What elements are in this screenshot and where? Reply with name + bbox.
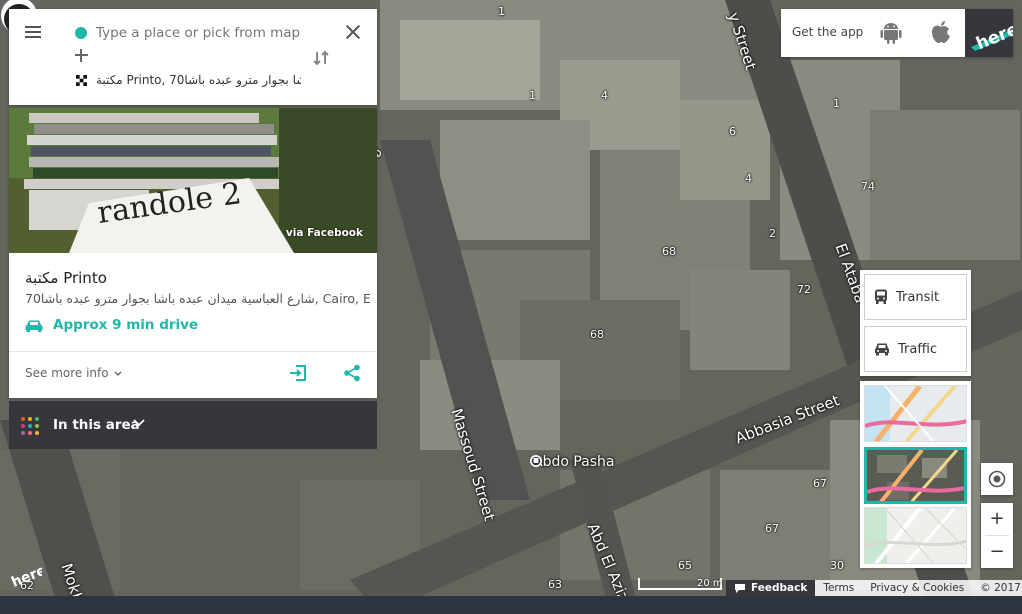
get-app-bar: Get the app here <box>781 9 1021 57</box>
android-icon[interactable] <box>880 20 902 44</box>
here-logo[interactable]: here <box>965 9 1021 57</box>
building-number: 68 <box>590 328 604 341</box>
origin-input[interactable] <box>96 22 331 44</box>
swap-route-icon[interactable] <box>312 49 330 67</box>
building-number: 72 <box>797 283 811 296</box>
place-address: 70شارع العباسية ميدان عبده باشا بجوار مت… <box>25 291 370 306</box>
in-this-area-bar[interactable]: In this area <box>9 401 377 449</box>
zoom-out-button[interactable]: − <box>981 536 1013 568</box>
building-number: 1 <box>498 5 505 18</box>
share-icon[interactable] <box>343 364 361 382</box>
my-location-button[interactable] <box>981 463 1013 495</box>
origin-dot-icon <box>75 27 87 39</box>
transit-layer-button[interactable]: Transit <box>864 274 967 320</box>
building-number: 4 <box>601 89 608 102</box>
building-number: 74 <box>861 180 875 193</box>
see-more-info-link[interactable]: See more info <box>25 366 122 380</box>
in-this-area-label: In this area <box>53 417 140 433</box>
building-number: 6 <box>729 125 736 138</box>
bottom-strip <box>0 596 1022 614</box>
traffic-car-icon <box>875 343 889 356</box>
destination-field[interactable]: مكتبة Printo, 70شارع العباسية ميدان عبده… <box>96 73 301 87</box>
chevron-down-icon <box>114 371 122 377</box>
building-number: 65 <box>678 559 692 572</box>
drive-time-label: Approx 9 min drive <box>53 317 199 333</box>
building-number: 4 <box>745 172 752 185</box>
route-search-panel: مكتبة Printo, 70شارع العباسية ميدان عبده… <box>9 9 377 105</box>
checkered-flag-icon <box>76 75 87 86</box>
transit-label: Transit <box>896 289 940 305</box>
building-number: 67 <box>813 477 827 490</box>
feedback-label: Feedback <box>751 582 808 594</box>
add-waypoint-icon[interactable] <box>75 49 88 62</box>
apple-icon[interactable] <box>931 20 951 44</box>
traffic-layer-button[interactable]: Traffic <box>864 326 967 372</box>
copyright: © 2017 HERE <box>980 582 1022 594</box>
feedback-button[interactable]: Feedback <box>726 580 816 596</box>
route-to-icon[interactable] <box>289 364 307 382</box>
drive-time-link[interactable]: Approx 9 min drive <box>25 317 198 333</box>
place-name: مكتبة Printo <box>25 269 107 287</box>
zoom-in-button[interactable]: + <box>981 503 1013 535</box>
layers-panel: Transit Traffic <box>860 270 971 376</box>
building-number: 68 <box>662 245 676 258</box>
locate-icon <box>988 470 1006 488</box>
building-number: 1 <box>529 89 536 102</box>
building-number: 63 <box>548 578 562 591</box>
metro-station-icon <box>530 455 542 467</box>
map-type-satellite[interactable] <box>864 447 967 504</box>
get-app-label: Get the app <box>792 25 864 39</box>
scale-label: 20 m <box>697 578 723 589</box>
map-type-panel <box>860 381 971 568</box>
photo-credit: via Facebook <box>285 227 363 239</box>
feedback-icon <box>735 583 745 593</box>
map-type-terrain[interactable] <box>864 507 967 564</box>
here-watermark-logo: here <box>9 563 42 588</box>
traffic-label: Traffic <box>898 341 938 357</box>
building-number: 30 <box>830 559 844 572</box>
privacy-link[interactable]: Privacy & Cookies <box>862 580 972 596</box>
categories-icon <box>21 417 39 435</box>
menu-icon[interactable] <box>25 26 41 39</box>
map-footer: Feedback Terms Privacy & Cookies © 2017 … <box>726 580 1022 596</box>
chevron-down-icon <box>133 419 145 427</box>
see-more-label: See more info <box>25 366 109 380</box>
building-number: 1 <box>833 97 840 110</box>
zoom-controls: + − <box>981 503 1013 568</box>
bus-icon <box>875 289 887 304</box>
here-watermark-text: here <box>9 563 42 588</box>
terms-link[interactable]: Terms <box>815 580 862 596</box>
building-number: 67 <box>765 522 779 535</box>
building-number: 2 <box>769 227 776 240</box>
poi-label: Abdo Pasha <box>533 454 615 470</box>
car-icon <box>25 320 43 332</box>
place-photo: randole 2 via Facebook <box>9 108 377 253</box>
poi-abdo-pasha[interactable]: Abdo Pasha <box>529 454 615 470</box>
close-icon[interactable] <box>345 24 361 40</box>
place-card: randole 2 via Facebook مكتبة Printo 70شا… <box>9 108 377 398</box>
card-divider <box>9 351 377 352</box>
map-type-normal[interactable] <box>864 385 967 442</box>
